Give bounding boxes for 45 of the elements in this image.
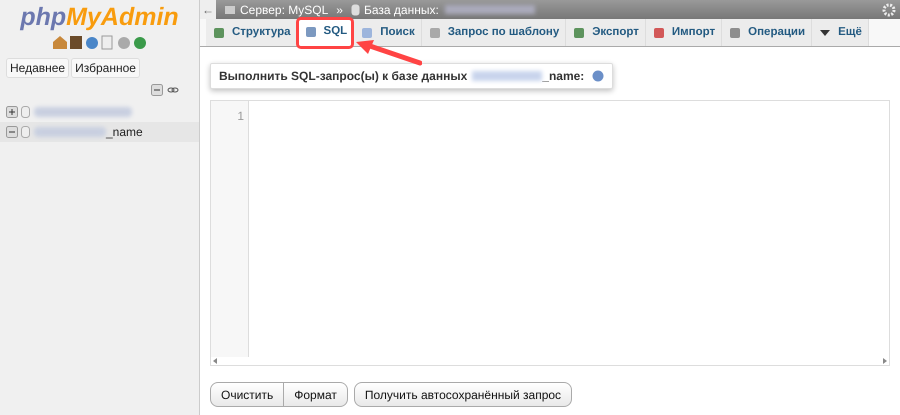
scroll-left-icon[interactable] <box>213 358 217 364</box>
toolbar-button[interactable]: Формат <box>284 382 348 407</box>
server-icon <box>224 4 236 16</box>
plus-icon[interactable] <box>6 106 18 118</box>
tab-icon <box>572 26 586 40</box>
database-icon <box>21 106 30 118</box>
logo: phpMyAdmin <box>20 2 179 32</box>
heading-suffix: _name: <box>542 68 584 85</box>
line-number: 1 <box>236 108 244 125</box>
tab[interactable]: Поиск <box>354 19 422 46</box>
scroll-right-icon[interactable] <box>883 358 887 364</box>
collapse-all-icon[interactable] <box>151 84 163 96</box>
tab-icon <box>728 26 742 40</box>
heading-text: Выполнить SQL-запрос(ы) к базе данных <box>219 68 468 85</box>
sidebar-button[interactable]: Недавнее <box>6 58 70 78</box>
annotation-arrow <box>356 40 422 66</box>
database-item[interactable]: _name <box>0 122 199 142</box>
tab[interactable]: Операции <box>722 19 812 46</box>
toolbar-button[interactable]: Получить автосохранённый запрос <box>354 382 572 407</box>
tab-icon <box>652 26 666 40</box>
sidebar-button[interactable]: Избранное <box>71 58 140 78</box>
database-icon <box>350 4 360 16</box>
tab-icon <box>360 26 374 40</box>
horizontal-scrollbar[interactable] <box>211 357 889 365</box>
tab[interactable]: Структура <box>206 19 298 46</box>
blurred-text <box>472 71 542 81</box>
server-link[interactable]: Сервер: MySQL <box>240 0 328 18</box>
tab[interactable]: Ещё <box>812 19 869 46</box>
tab[interactable]: Запрос по шаблону <box>422 19 566 46</box>
separator: » <box>336 2 343 18</box>
toolbar-icons-drawing[interactable] <box>52 34 148 50</box>
blurred-text <box>34 127 106 137</box>
settings-icon[interactable] <box>882 2 896 16</box>
highlight-frame <box>296 17 354 49</box>
toolbar-button[interactable]: Очистить <box>210 382 284 407</box>
minus-icon[interactable] <box>6 126 18 138</box>
database-name[interactable]: _name <box>106 123 143 141</box>
tab[interactable]: Импорт <box>646 19 722 46</box>
help-icon[interactable] <box>592 70 604 82</box>
tab[interactable]: Экспорт <box>566 19 646 46</box>
database-link[interactable]: База данных: <box>364 0 439 18</box>
tab-icon <box>428 26 442 40</box>
tab-icon <box>304 24 318 38</box>
tab-icon <box>212 26 226 40</box>
database-icon <box>21 126 30 138</box>
